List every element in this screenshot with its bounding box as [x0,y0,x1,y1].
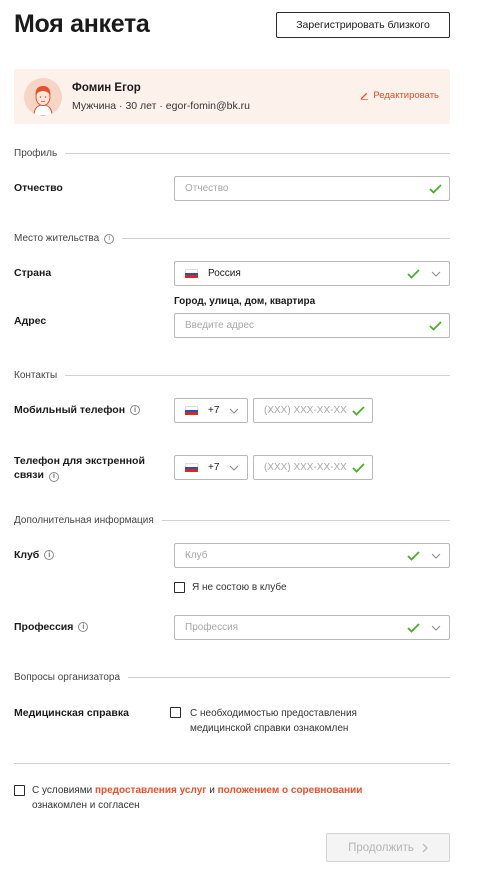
chevron-right-icon [422,843,428,852]
info-icon[interactable]: i [44,550,55,560]
pencil-icon [361,92,369,100]
check-icon [407,550,420,561]
section-residence: Место жительства i [14,233,450,244]
russia-flag-icon [185,406,198,416]
chevron-down-icon [431,553,441,559]
info-icon[interactable]: i [130,405,141,415]
mobile-phone-label-text: Мобильный телефон [14,404,126,416]
mobile-phone-label: Мобильный телефон i [14,404,141,416]
section-profile: Профиль [14,148,450,159]
medical-text-line1: С необходимостью предоставления [190,708,357,719]
emergency-phone-label: Телефон для экстренной связи i [14,454,145,482]
section-additional: Дополнительная информация [14,515,450,526]
emergency-code-value: +7 [208,462,220,473]
no-club-checkbox[interactable] [174,582,185,593]
medical-certificate-text: С необходимостью предоставления медицинс… [190,706,357,736]
russia-flag-icon [185,463,198,473]
continue-label: Продолжить [348,841,414,854]
check-icon [407,622,420,633]
patronymic-input[interactable]: Отчество [174,176,450,201]
info-icon[interactable]: i [78,622,89,632]
profile-meta: Мужчина · 30 лет · egor-fomin@bk.ru [72,100,250,112]
mobile-country-code-select[interactable]: +7 [174,398,248,423]
profile-card: Фомин Егор Мужчина · 30 лет · egor-fomin… [14,69,450,124]
edit-profile-link[interactable]: Редактировать [360,90,439,101]
info-icon[interactable]: i [104,233,115,244]
section-organizer-title: Вопросы организатора [14,672,121,683]
address-label: Адрес [14,315,47,327]
chevron-down-icon [431,625,441,631]
address-sublabel: Город, улица, дом, квартира [174,296,316,307]
avatar [24,78,62,116]
section-residence-title: Место жительства [14,233,100,244]
profession-select[interactable]: Профессия [174,615,450,640]
section-profile-title: Профиль [14,148,58,159]
section-additional-title: Дополнительная информация [14,515,154,526]
divider [14,763,450,764]
club-select[interactable]: Клуб [174,543,450,568]
agreement-prefix: С условиями [32,785,93,796]
register-relative-button[interactable]: Зарегистрировать близкого [276,12,450,38]
agreement-middle: и [209,785,215,796]
medical-certificate-label: Медицинская справка [14,707,129,719]
patronymic-label: Отчество [14,182,63,194]
emergency-phone-label-line1: Телефон для экстренной [14,455,145,467]
mobile-phone-placeholder: (XXX) XXX-XX-XX [264,405,347,416]
competition-rules-link[interactable]: положением о соревновании [218,785,363,796]
address-placeholder: Введите адрес [185,320,254,331]
chevron-down-icon [229,465,239,471]
check-icon [352,405,365,416]
check-icon [429,183,442,194]
mobile-code-value: +7 [208,405,220,416]
country-select[interactable]: Россия [174,261,450,286]
info-icon[interactable]: i [48,471,59,482]
agreement-checkbox[interactable] [14,785,25,796]
country-label: Страна [14,267,52,279]
section-organizer: Вопросы организатора [14,672,450,683]
address-input[interactable]: Введите адрес [174,313,450,338]
chevron-down-icon [229,408,239,414]
patronymic-placeholder: Отчество [185,183,229,194]
avatar-illustration-icon [24,78,62,116]
services-terms-link[interactable]: предоставления услуг [95,785,206,796]
country-value: Россия [208,268,241,279]
mobile-phone-input[interactable]: (XXX) XXX-XX-XX [253,398,373,423]
continue-button[interactable]: Продолжить [326,833,450,862]
medical-certificate-checkbox[interactable] [170,707,181,718]
section-contacts-title: Контакты [14,370,58,381]
profession-label: Профессия i [14,621,89,633]
agreement-text: С условиями предоставления услуг и полож… [32,783,362,813]
check-icon [407,268,420,279]
page-title: Моя анкета [14,10,150,38]
check-icon [429,320,442,331]
emergency-country-code-select[interactable]: +7 [174,455,248,480]
emergency-phone-placeholder: (XXX) XXX-XX-XX [264,462,347,473]
profile-name: Фомин Егор [72,82,141,94]
profession-label-text: Профессия [14,621,74,633]
edit-profile-label: Редактировать [373,90,439,101]
emergency-phone-label-line2: связи [14,469,44,481]
chevron-down-icon [431,271,441,277]
club-label: Клуб i [14,549,55,561]
section-contacts: Контакты [14,370,450,381]
medical-text-line2: медицинской справки ознакомлен [190,723,349,734]
agreement-suffix: ознакомлен и согласен [32,800,140,811]
profession-placeholder: Профессия [185,622,239,633]
club-placeholder: Клуб [185,550,208,561]
russia-flag-icon [185,269,198,279]
check-icon [352,462,365,473]
emergency-phone-input[interactable]: (XXX) XXX-XX-XX [253,455,373,480]
no-club-label: Я не состою в клубе [192,582,287,593]
club-label-text: Клуб [14,549,40,561]
